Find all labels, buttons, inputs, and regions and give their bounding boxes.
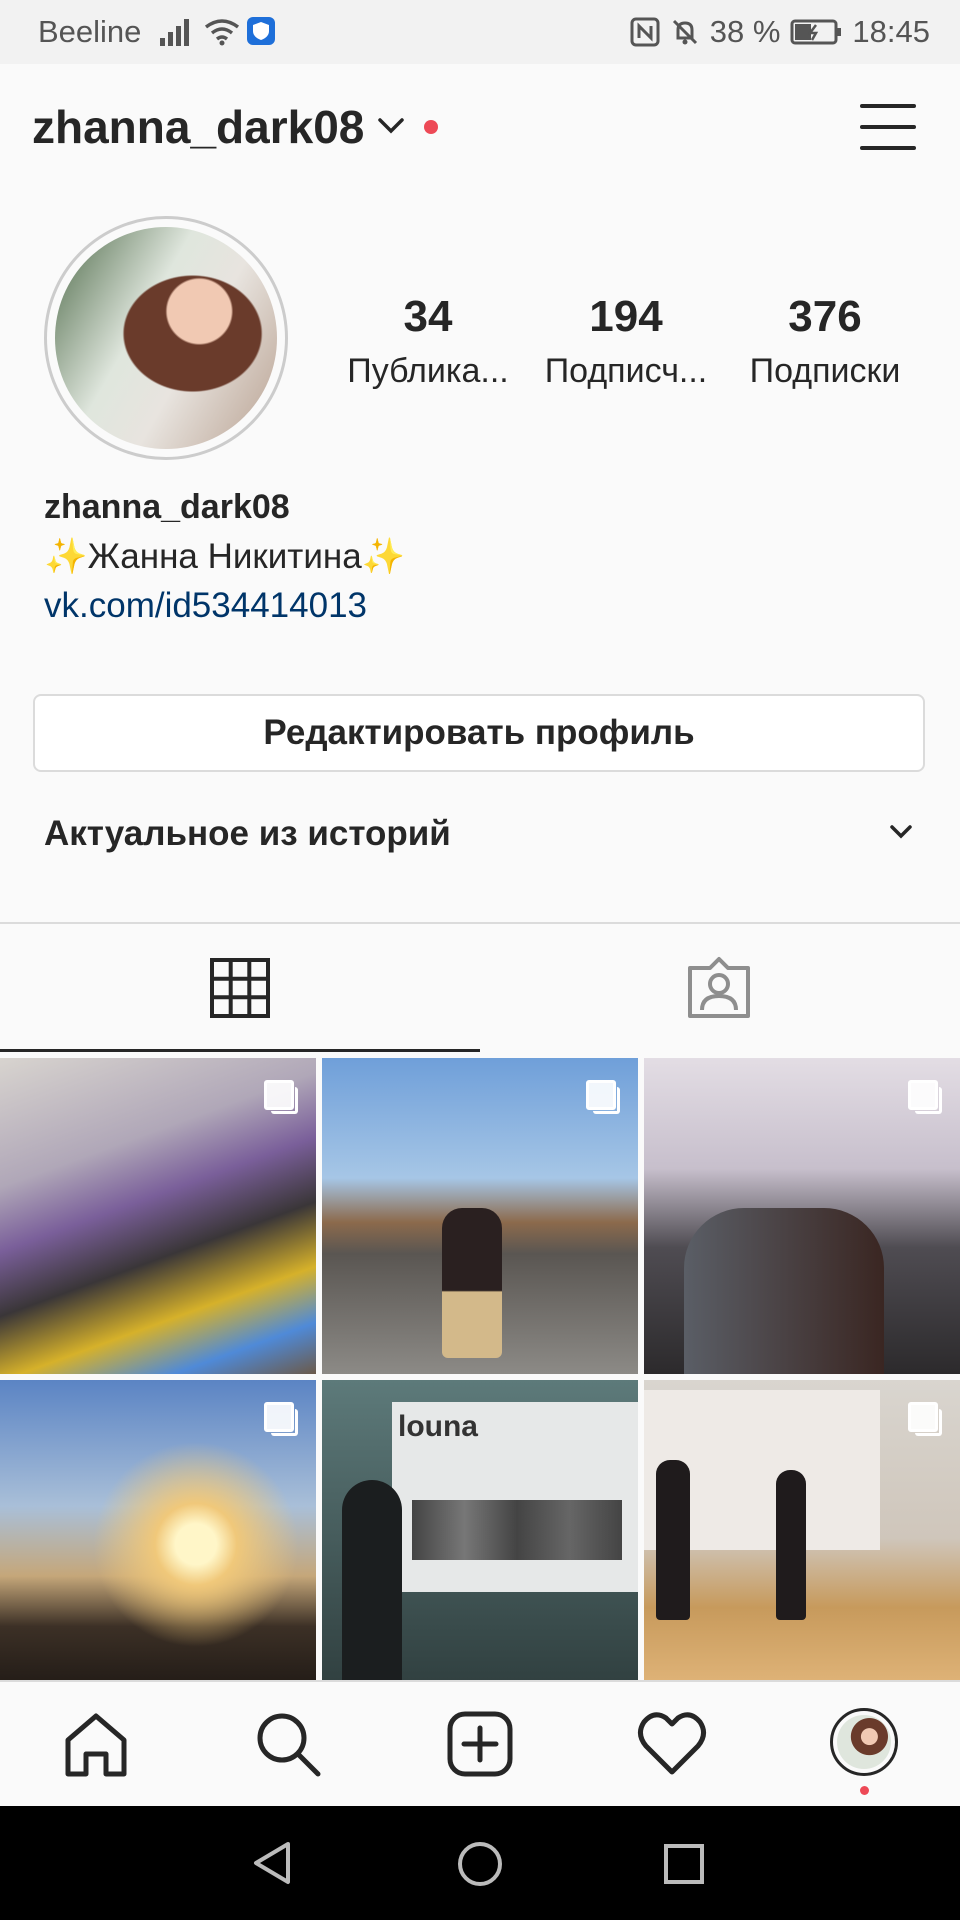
wifi-icon [204,19,240,46]
status-right: 38 % 18:45 [630,14,930,50]
story-highlights-label[interactable]: Актуальное из историй [44,814,451,854]
menu-icon[interactable] [860,102,918,152]
followers-count[interactable]: 194 Подписч... [536,290,716,391]
status-bar: Beeline 38 % 18:45 [0,0,960,64]
nfc-icon [630,17,660,47]
posts-count-label: Публика... [347,352,509,390]
back-icon[interactable] [250,1840,294,1886]
battery-percent: 38 % [709,14,781,49]
post-thumbnail[interactable] [644,1058,960,1374]
followers-count-label: Подписч... [544,352,708,390]
new-post-icon[interactable] [440,1704,520,1784]
carousel-icon [908,1402,942,1436]
post-thumbnail[interactable] [644,1380,960,1696]
followers-count-value: 194 [589,292,663,341]
edit-profile-button[interactable]: Редактировать профиль [33,694,925,772]
battery-icon [790,19,842,45]
post-thumbnail[interactable] [0,1058,316,1374]
system-navigation-bar [0,1806,960,1920]
grid-icon [210,958,270,1018]
carousel-icon [264,1080,298,1114]
active-tab-indicator [0,1049,480,1052]
profile-username-switcher[interactable]: zhanna_dark08 [32,100,364,154]
bio-full-name: ✨Жанна Никитина✨ [44,537,406,576]
following-count[interactable]: 376 Подписки [735,290,915,391]
chevron-down-icon[interactable] [888,822,914,842]
profile-tab-avatar[interactable] [830,1708,898,1776]
activity-heart-icon[interactable] [632,1704,712,1784]
search-icon[interactable] [248,1704,328,1784]
posts-count-value: 34 [403,292,453,341]
clock: 18:45 [852,14,930,49]
bottom-navigation [0,1680,960,1808]
post-thumbnail[interactable] [0,1380,316,1696]
home-icon[interactable] [56,1704,136,1784]
home-circle-icon[interactable] [456,1840,504,1888]
bio-link[interactable]: vk.com/id534414013 [44,586,367,626]
tagged-person-icon [688,957,750,1018]
post-caption-text: louna [398,1410,478,1443]
following-count-label: Подписки [749,352,901,390]
post-thumbnail[interactable] [322,1058,638,1374]
bio-username: zhanna_dark08 [44,488,290,526]
notification-dot [860,1786,869,1795]
recents-icon[interactable] [662,1842,706,1886]
carrier-name: Beeline [38,14,142,49]
notification-dot [424,120,438,134]
carousel-icon [908,1080,942,1114]
signal-icon [160,18,194,46]
mute-bell-icon [672,19,697,45]
tab-posts-grid[interactable] [0,924,480,1052]
following-count-value: 376 [788,292,862,341]
carousel-icon [586,1080,620,1114]
posts-count[interactable]: 34 Публика... [338,290,518,391]
avatar-photo [837,1715,891,1769]
tab-tagged[interactable] [480,924,960,1052]
chevron-down-icon[interactable] [376,114,406,138]
post-thumbnail[interactable]: louna [322,1380,638,1696]
avatar-photo [55,227,277,449]
profile-avatar[interactable] [44,216,288,460]
vpn-shield-icon [247,17,275,45]
carousel-icon [264,1402,298,1436]
